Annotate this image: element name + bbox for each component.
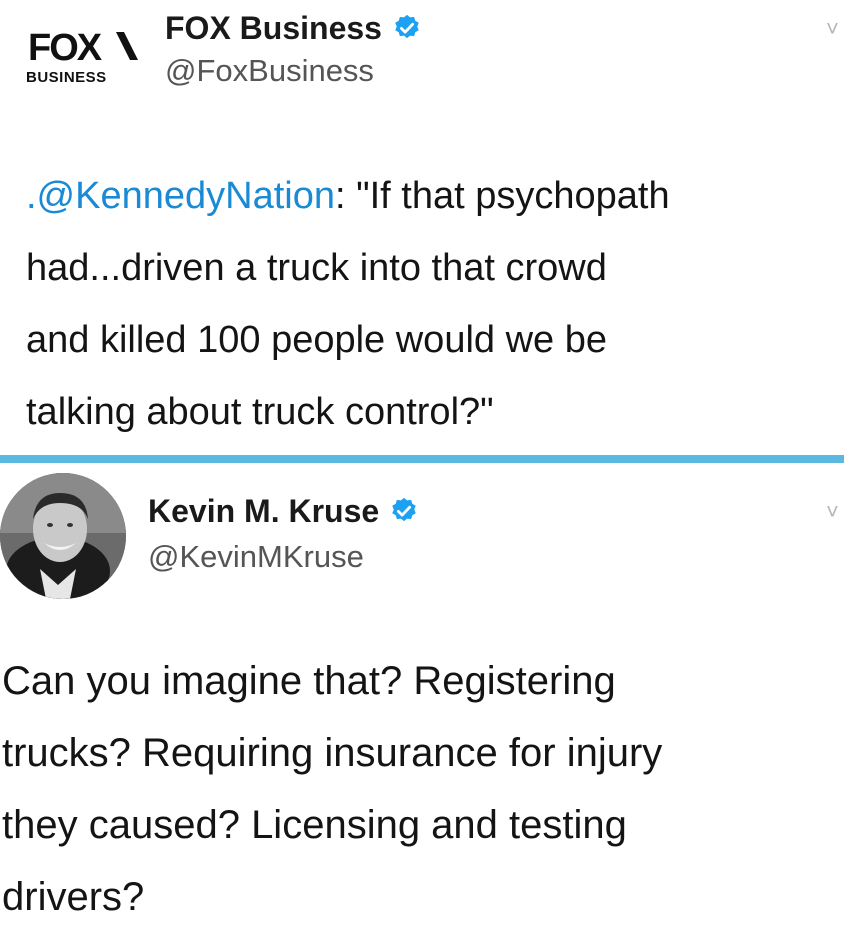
verified-badge-icon bbox=[395, 14, 419, 39]
account-name-label[interactable]: Kevin M. Kruse bbox=[148, 493, 379, 529]
account-handle[interactable]: @FoxBusiness bbox=[165, 53, 374, 89]
body-line-4: talking about truck control?" bbox=[26, 391, 494, 433]
account-handle[interactable]: @KevinMKruse bbox=[148, 539, 364, 575]
tweet-kevin-kruse[interactable]: Kevin M. Kruse @KevinMKruse ˅ Can you im… bbox=[0, 465, 844, 934]
body-line-1-text: : "If that psychopath bbox=[335, 175, 670, 217]
body-line-4: drivers? bbox=[2, 875, 145, 919]
logo-text-top: FOX bbox=[28, 27, 103, 69]
chevron-down-icon[interactable]: ˅ bbox=[826, 16, 839, 42]
account-name[interactable]: Kevin M. Kruse bbox=[148, 493, 419, 530]
avatar-photo[interactable] bbox=[0, 473, 126, 599]
body-line-1: .@KennedyNation: "If that psychopath bbox=[26, 160, 841, 232]
verified-badge-icon bbox=[392, 497, 416, 522]
mention-link[interactable]: .@KennedyNation bbox=[26, 175, 335, 217]
tweet-body: .@KennedyNation: "If that psychopath had… bbox=[26, 160, 841, 448]
body-line-2: trucks? Requiring insurance for injury bbox=[2, 731, 663, 775]
body-line-2: had...driven a truck into that crowd bbox=[26, 247, 607, 289]
logo-text-bottom: BUSINESS bbox=[26, 69, 107, 86]
body-line-1: Can you imagine that? Registering bbox=[2, 659, 616, 703]
tweet-body: Can you imagine that? Registering trucks… bbox=[2, 645, 842, 933]
fox-business-logo[interactable]: FOX BUSINESS bbox=[26, 20, 142, 90]
chevron-down-icon[interactable]: ˅ bbox=[826, 499, 839, 525]
account-name-label[interactable]: FOX Business bbox=[165, 10, 382, 46]
account-name[interactable]: FOX Business bbox=[165, 10, 422, 47]
avatar-portrait-icon bbox=[0, 473, 126, 599]
body-line-3: they caused? Licensing and testing bbox=[2, 803, 627, 847]
body-line-3: and killed 100 people would we be bbox=[26, 319, 607, 361]
tweet-fox-business[interactable]: FOX BUSINESS FOX Business @FoxBusiness ˅… bbox=[0, 0, 844, 455]
tweet-divider bbox=[0, 455, 844, 463]
